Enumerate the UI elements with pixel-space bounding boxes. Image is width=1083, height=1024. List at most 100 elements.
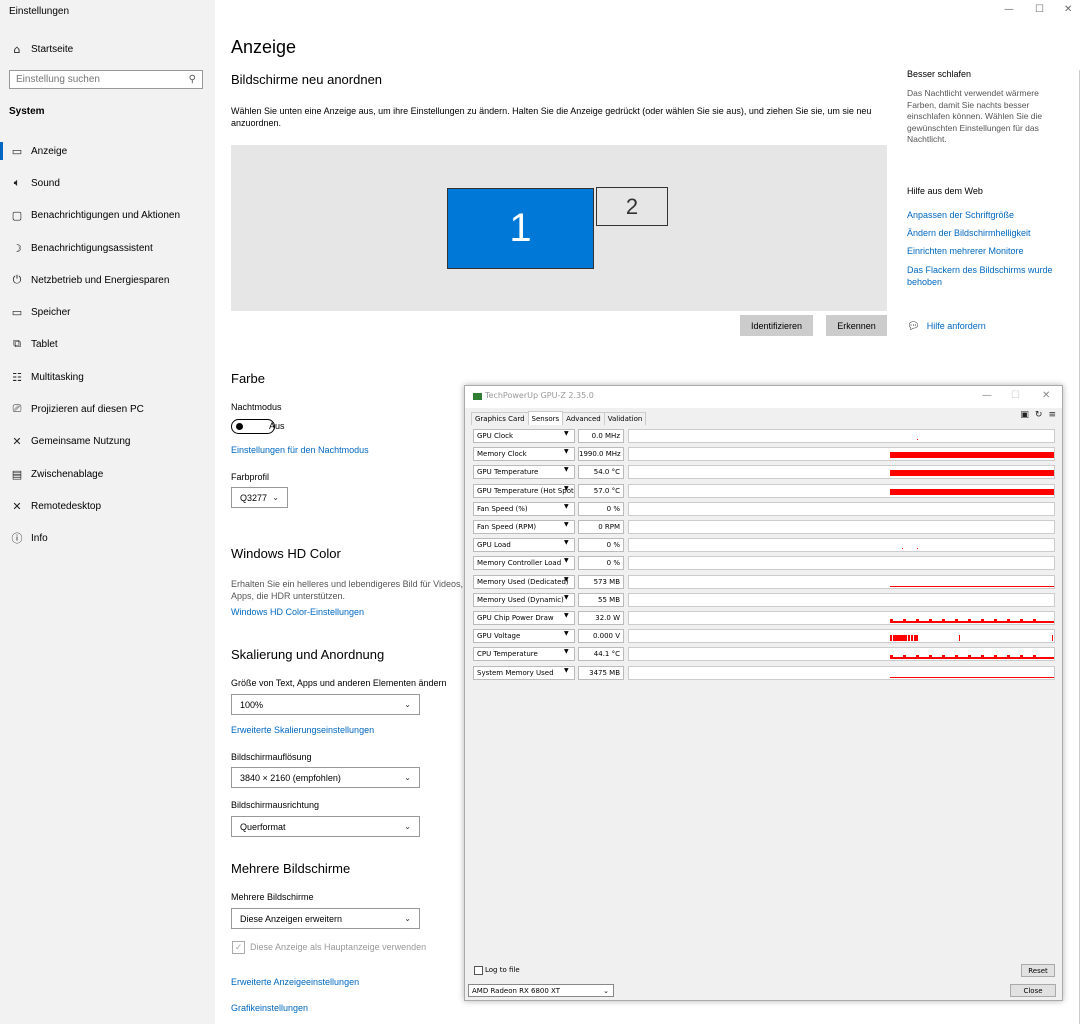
graph-mark <box>890 655 893 658</box>
log-to-file-checkbox[interactable] <box>474 966 483 975</box>
sensor-name[interactable]: Memory Clock <box>473 447 575 462</box>
sensor-name[interactable]: GPU Chip Power Draw <box>473 611 575 625</box>
resolution-select[interactable]: 3840 × 2160 (empfohlen) ⌄ <box>231 767 420 788</box>
dropdown-arrow-icon[interactable]: ▼ <box>564 630 569 637</box>
sensor-graph <box>628 592 1055 607</box>
get-help[interactable]: 💬︎ Hilfe anfordern <box>907 320 986 332</box>
detect-button[interactable]: Erkennen <box>826 315 887 336</box>
camera-icon[interactable]: ▣ <box>1020 410 1029 420</box>
color-profile-select[interactable]: Q3277 ⌄ <box>231 487 288 508</box>
dropdown-arrow-icon[interactable]: ▼ <box>564 557 569 564</box>
sidebar-item-clipboard[interactable]: ▤ Zwischenablage <box>9 466 209 482</box>
dropdown-arrow-icon[interactable]: ▼ <box>564 594 569 601</box>
sidebar-item-share[interactable]: ✕ Gemeinsame Nutzung <box>9 433 209 449</box>
sensor-name[interactable]: Fan Speed (%) <box>473 501 575 516</box>
sidebar-item-tablet[interactable]: ⧉ Tablet <box>9 336 209 352</box>
sidebar-item-multitasking[interactable]: ☷ Multitasking <box>9 369 209 385</box>
clipboard-icon: ▤ <box>11 467 23 481</box>
dropdown-arrow-icon[interactable]: ▼ <box>564 539 569 546</box>
sensor-name[interactable]: Memory Used (Dedicated) <box>473 574 575 589</box>
sidebar-item-info[interactable]: ⓘ Info <box>9 530 209 546</box>
sidebar-item-remote[interactable]: ✕ Remotedesktop <box>9 498 209 514</box>
monitor-2[interactable]: 2 <box>596 187 668 226</box>
sidebar-item-notifications[interactable]: ▢ Benachrichtigungen und Aktionen <box>9 207 209 223</box>
tab-sensors[interactable]: Sensors <box>527 411 564 425</box>
dropdown-arrow-icon[interactable]: ▼ <box>564 466 569 473</box>
sensor-name[interactable]: GPU Voltage <box>473 629 575 644</box>
orientation-select[interactable]: Querformat ⌄ <box>231 816 420 837</box>
storage-icon: ▭ <box>11 305 23 319</box>
sidebar-item-sound[interactable]: 🔈︎ Sound <box>9 175 209 191</box>
sensor-name[interactable]: GPU Load <box>473 538 575 553</box>
refresh-icon[interactable]: ↻ <box>1035 410 1043 420</box>
sensor-name[interactable]: GPU Temperature (Hot Spot) <box>473 483 575 498</box>
sidebar-item-storage[interactable]: ▭ Speicher <box>9 304 209 320</box>
scale-value: 100% <box>240 699 264 710</box>
sensor-name[interactable]: Fan Speed (RPM) <box>473 520 575 534</box>
multi-display-select[interactable]: Diese Anzeigen erweitern ⌄ <box>231 908 420 929</box>
dropdown-arrow-icon[interactable]: ▼ <box>564 485 569 492</box>
reset-button[interactable]: Reset <box>1021 964 1055 977</box>
tab-advanced[interactable]: Advanced <box>562 412 605 425</box>
settings-search[interactable]: ⚲ <box>9 70 203 89</box>
tab-graphics-card[interactable]: Graphics Card <box>471 412 529 425</box>
dropdown-arrow-icon[interactable]: ▼ <box>564 503 569 510</box>
sensor-name[interactable]: Memory Used (Dynamic) <box>473 592 575 607</box>
sensor-name[interactable]: GPU Temperature <box>473 465 575 480</box>
sidebar-item-focus-assist[interactable]: ☽ Benachrichtigungsassistent <box>9 240 209 256</box>
sensor-value: 0.0 MHz <box>578 429 624 443</box>
gpuz-maximize-button[interactable]: ☐ <box>1011 390 1020 401</box>
graph-mark <box>968 619 971 621</box>
scale-select[interactable]: 100% ⌄ <box>231 694 420 715</box>
graphics-settings-link[interactable]: Grafikeinstellungen <box>231 1003 308 1013</box>
sensor-name[interactable]: GPU Clock <box>473 429 575 443</box>
sidebar-item-anzeige[interactable]: ▭ Anzeige <box>0 142 209 160</box>
close-gpuz-button[interactable]: Close <box>1010 984 1056 997</box>
sensor-row: Memory Used (Dedicated) ▼ 573 MB <box>473 574 1055 589</box>
multi-display-heading: Mehrere Bildschirme <box>231 861 351 876</box>
sensor-name[interactable]: System Memory Used <box>473 665 575 680</box>
gpuz-minimize-button[interactable]: — <box>982 390 992 401</box>
sensor-row: GPU Clock ▼ 0.0 MHz <box>473 429 1055 443</box>
hdr-text-line-1: Erhalten Sie ein helleres und lebendiger… <box>231 579 463 589</box>
help-link-flicker[interactable]: Das Flackern des Bildschirms wurde behob… <box>907 264 1062 288</box>
multitasking-icon: ☷ <box>12 370 22 384</box>
identify-button[interactable]: Identifizieren <box>740 315 813 336</box>
help-link-font-size[interactable]: Anpassen der Schriftgröße <box>907 209 1062 221</box>
nightmode-settings-link[interactable]: Einstellungen für den Nachtmodus <box>231 445 369 455</box>
minimize-button[interactable]: — <box>1004 4 1014 15</box>
scrollbar-track[interactable] <box>1079 70 1080 1024</box>
help-link-multi-monitor[interactable]: Einrichten mehrerer Monitore <box>907 245 1062 257</box>
search-input[interactable] <box>16 74 176 85</box>
speaker-icon: 🔈︎ <box>13 176 21 189</box>
dropdown-arrow-icon[interactable]: ▼ <box>564 612 569 619</box>
sidebar-item-power[interactable]: ⏻ Netzbetrieb und Energiesparen <box>9 272 209 288</box>
hdr-settings-link[interactable]: Windows HD Color-Einstellungen <box>231 607 364 617</box>
menu-icon[interactable]: ≡ <box>1048 410 1056 420</box>
dropdown-arrow-icon[interactable]: ▼ <box>564 648 569 655</box>
sidebar-home[interactable]: ⌂ Startseite <box>9 41 74 57</box>
tab-validation[interactable]: Validation <box>603 412 647 425</box>
advanced-display-link[interactable]: Erweiterte Anzeigeeinstellungen <box>231 977 359 987</box>
main-display-checkbox[interactable]: ✓ <box>232 941 245 954</box>
dropdown-arrow-icon[interactable]: ▼ <box>564 667 569 674</box>
sensor-name[interactable]: CPU Temperature <box>473 647 575 662</box>
close-button[interactable]: ✕ <box>1064 4 1072 15</box>
sidebar-item-project[interactable]: ⎚ Projizieren auf diesen PC <box>9 401 209 417</box>
dropdown-arrow-icon[interactable]: ▼ <box>564 521 569 528</box>
sensor-graph <box>628 538 1055 553</box>
graph-mark <box>902 548 903 550</box>
log-to-file-label: Log to file <box>485 966 520 974</box>
dropdown-arrow-icon[interactable]: ▼ <box>564 576 569 583</box>
graph-mark <box>942 655 945 658</box>
gpuz-close-button[interactable]: ✕ <box>1042 390 1050 401</box>
help-link-brightness[interactable]: Ändern der Bildschirmhelligkeit <box>907 227 1062 239</box>
gpu-select[interactable]: AMD Radeon RX 6800 XT ⌄ <box>468 984 614 997</box>
gpuz-titlebar[interactable]: TechPowerUp GPU-Z 2.35.0 — ☐ ✕ <box>465 386 1062 408</box>
monitor-1[interactable]: 1 <box>447 188 594 269</box>
maximize-button[interactable]: ☐ <box>1035 4 1044 15</box>
dropdown-arrow-icon[interactable]: ▼ <box>564 448 569 455</box>
advanced-scaling-link[interactable]: Erweiterte Skalierungseinstellungen <box>231 725 374 735</box>
dropdown-arrow-icon[interactable]: ▼ <box>564 430 569 437</box>
sensor-name[interactable]: Memory Controller Load <box>473 556 575 571</box>
